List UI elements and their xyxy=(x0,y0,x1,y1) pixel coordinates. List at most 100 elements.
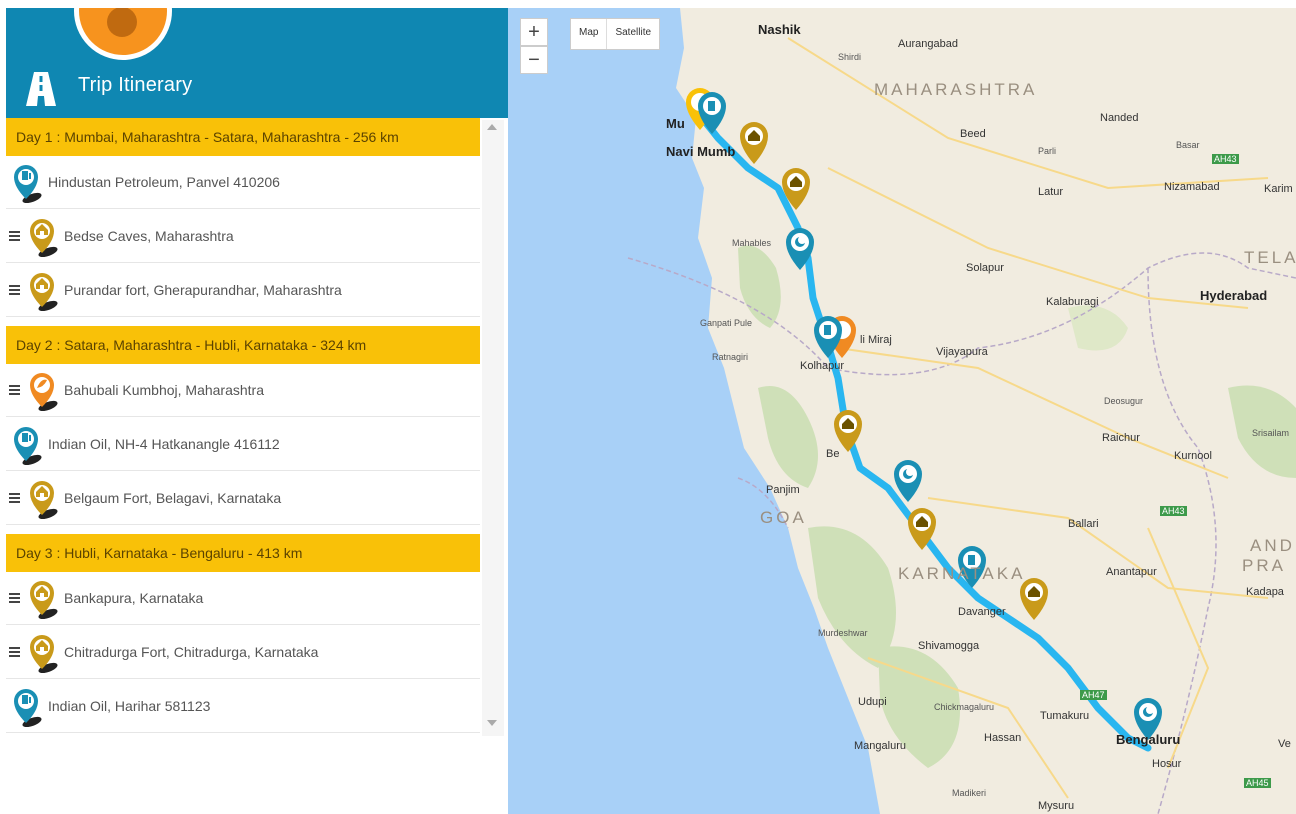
map-label: Solapur xyxy=(966,262,1004,274)
drag-handle-icon[interactable] xyxy=(9,231,20,241)
map-label: Ve xyxy=(1278,738,1291,750)
day-header: Day 1 : Mumbai, Maharashtra - Satara, Ma… xyxy=(6,118,480,156)
monument-pin-icon xyxy=(30,273,58,311)
itinerary-item[interactable]: Bankapura, Karnataka xyxy=(6,572,480,625)
drag-handle-icon[interactable] xyxy=(9,285,20,295)
map-pin-monument[interactable] xyxy=(740,122,768,164)
fuel-pin-icon xyxy=(14,689,42,727)
map-label: Mu xyxy=(666,116,685,131)
map-label: Kadapa xyxy=(1246,586,1284,598)
scroll-down-arrow[interactable] xyxy=(487,720,497,726)
food-pin-icon xyxy=(30,373,58,411)
zoom-in-button[interactable]: + xyxy=(520,18,548,46)
drag-handle-icon[interactable] xyxy=(9,593,20,603)
map-label: Basar xyxy=(1176,140,1200,150)
itinerary-item[interactable]: Belgaum Fort, Belagavi, Karnataka xyxy=(6,472,480,525)
monument-pin-icon xyxy=(30,219,58,257)
map-label: Davanger xyxy=(958,606,1006,618)
map-label: MAHARASHTRA xyxy=(874,80,1038,99)
map-pin-night[interactable] xyxy=(894,460,922,502)
scroll-up-arrow[interactable] xyxy=(487,124,497,130)
map-label: Srisailam xyxy=(1252,428,1290,438)
itinerary-item-label: Hindustan Petroleum, Panvel 410206 xyxy=(48,174,280,190)
itinerary-list: Day 1 : Mumbai, Maharashtra - Satara, Ma… xyxy=(6,118,480,738)
map-label: Navi Mumb xyxy=(666,144,736,159)
map-pin-monument[interactable] xyxy=(834,410,862,452)
day-header: Day 2 : Satara, Maharashtra - Hubli, Kar… xyxy=(6,326,480,364)
map-label: Nanded xyxy=(1100,112,1139,124)
map-label: Tumakuru xyxy=(1040,710,1090,722)
map-label: GOA xyxy=(760,508,807,527)
map-label: Beed xyxy=(960,128,986,140)
map-label: Mangaluru xyxy=(854,740,906,752)
itinerary-item[interactable]: Chitradurga Fort, Chitradurga, Karnataka xyxy=(6,626,480,679)
map-label: Bengaluru xyxy=(1116,732,1181,747)
map-pin-fuel[interactable] xyxy=(698,92,726,134)
fuel-pin-icon xyxy=(14,427,42,465)
map-canvas[interactable] xyxy=(508,8,1296,814)
drag-handle-icon[interactable] xyxy=(9,385,20,395)
map-label: Karim xyxy=(1264,183,1293,195)
drag-handle-icon[interactable] xyxy=(9,493,20,503)
itinerary-item-label: Bankapura, Karnataka xyxy=(64,590,204,606)
panel-header: Trip Itinerary xyxy=(6,8,508,118)
itinerary-item-label: Belgaum Fort, Belagavi, Karnataka xyxy=(64,490,282,506)
road-icon xyxy=(26,72,56,106)
map-label: Chickmagaluru xyxy=(934,702,995,712)
map-label: Parli xyxy=(1038,146,1057,156)
scrollbar[interactable] xyxy=(482,120,504,736)
map-label: Hosur xyxy=(1152,758,1182,770)
itinerary-panel: Trip Itinerary Day 1 : Mumbai, Maharasht… xyxy=(0,0,508,814)
map-label: Latur xyxy=(1038,186,1064,198)
map-label: PRA xyxy=(1242,556,1286,575)
itinerary-item[interactable]: Indian Oil, NH-4 Hatkanangle 416112 xyxy=(6,418,480,471)
map-label: Nizamabad xyxy=(1164,181,1220,193)
map-type-map-button[interactable]: Map xyxy=(571,19,608,49)
map-label: Be xyxy=(826,448,840,460)
map-label: Nashik xyxy=(758,22,801,37)
itinerary-item-label: Indian Oil, Harihar 581123 xyxy=(48,698,211,714)
itinerary-item[interactable]: Purandar fort, Gherapurandhar, Maharasht… xyxy=(6,264,480,317)
map-label: Udupi xyxy=(858,696,887,708)
monument-pin-icon xyxy=(30,481,58,519)
itinerary-item-label: Indian Oil, NH-4 Hatkanangle 416112 xyxy=(48,436,280,452)
map-label: Kolhapur xyxy=(800,360,845,372)
map-label: Murdeshwar xyxy=(818,628,868,638)
map-label: Hyderabad xyxy=(1200,288,1268,303)
map-label: Raichur xyxy=(1102,432,1140,444)
map-label: Vijayapura xyxy=(936,346,988,358)
map-pin-monument[interactable] xyxy=(1020,578,1048,620)
map-label: Deosugur xyxy=(1104,396,1144,406)
map-label: KARNATAKA xyxy=(898,564,1026,583)
drag-handle-icon[interactable] xyxy=(9,647,20,657)
map-label: Anantapur xyxy=(1106,566,1157,578)
map-label: li Miraj xyxy=(860,334,892,346)
map-label: Ganpati Pule xyxy=(700,318,753,328)
monument-pin-icon xyxy=(30,581,58,619)
map-label: AND xyxy=(1250,536,1295,555)
map-label: Kalaburagi xyxy=(1046,296,1099,308)
monument-pin-icon xyxy=(30,635,58,673)
highway-badge: AH43 xyxy=(1160,506,1187,516)
map-label: Hassan xyxy=(984,732,1022,744)
itinerary-item-label: Chitradurga Fort, Chitradurga, Karnataka xyxy=(64,644,319,660)
map-label: Madikeri xyxy=(952,788,987,798)
map-label: TELA xyxy=(1244,248,1296,267)
map-label: Ballari xyxy=(1068,518,1099,530)
sea-area xyxy=(508,8,880,814)
page-title: Trip Itinerary xyxy=(78,74,193,96)
day-header: Day 3 : Hubli, Karnataka - Bengaluru - 4… xyxy=(6,534,480,572)
app-logo xyxy=(74,8,172,60)
map-label: Panjim xyxy=(766,484,800,496)
route-map[interactable]: Nashik Aurangabad Shirdi MAHARASHTRA Nan… xyxy=(508,8,1296,814)
highway-badge: AH43 xyxy=(1212,154,1239,164)
map-type-satellite-button[interactable]: Satellite xyxy=(607,19,659,49)
itinerary-item[interactable]: Bahubali Kumbhoj, Maharashtra xyxy=(6,364,480,417)
itinerary-item[interactable]: Hindustan Petroleum, Panvel 410206 xyxy=(6,156,480,209)
zoom-out-button[interactable]: − xyxy=(520,46,548,74)
map-label: Mysuru xyxy=(1038,800,1075,812)
itinerary-item[interactable]: Bedse Caves, Maharashtra xyxy=(6,210,480,263)
map-type-toggle[interactable]: Map Satellite xyxy=(570,18,661,50)
map-label: Kurnool xyxy=(1174,450,1212,462)
itinerary-item[interactable]: Indian Oil, Harihar 581123 xyxy=(6,680,480,733)
